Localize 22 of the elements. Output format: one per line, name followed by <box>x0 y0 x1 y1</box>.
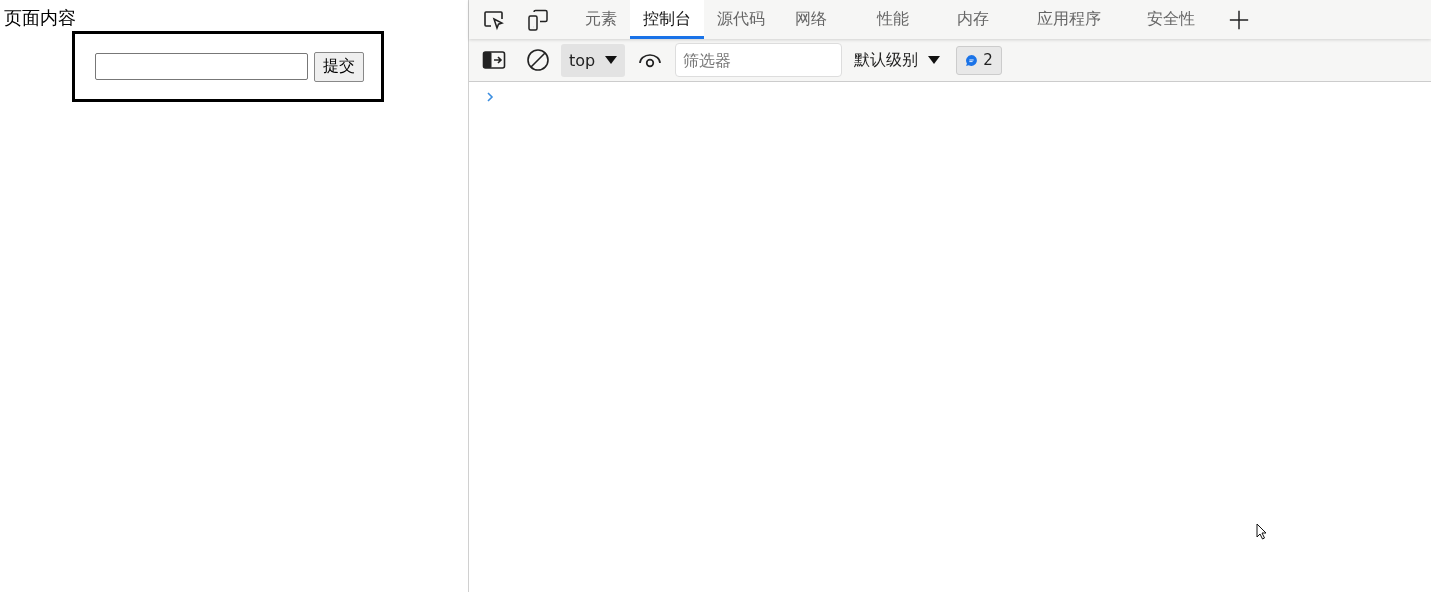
clear-icon[interactable] <box>526 48 550 72</box>
devtools-tab[interactable]: 性能 <box>864 0 922 39</box>
devtools-tab[interactable]: 源代码 <box>704 0 778 39</box>
devtools-tab[interactable]: 安全性 <box>1134 0 1208 39</box>
devtools-tab[interactable]: 网络 <box>782 0 840 39</box>
log-level-dropdown[interactable]: 默认级别 <box>848 49 947 71</box>
message-icon <box>965 53 979 67</box>
device-icon[interactable] <box>526 7 550 32</box>
text-input[interactable] <box>95 53 308 80</box>
context-dropdown[interactable]: top <box>561 43 626 77</box>
submit-button[interactable]: 提交 <box>314 51 364 82</box>
sidebar-toggle-icon[interactable] <box>482 48 506 72</box>
devtools-tab[interactable]: 应用程序 <box>1024 0 1114 39</box>
mouse-cursor-icon <box>1256 523 1268 541</box>
page-heading: 页面内容 <box>3 7 77 29</box>
plus-icon[interactable] <box>1228 8 1250 31</box>
filter-field[interactable]: 筛选器 <box>675 43 843 77</box>
message-count-button[interactable]: 2 <box>956 45 1002 75</box>
devtools-tab[interactable]: 控制台 <box>630 0 704 39</box>
devtools-tab[interactable]: 内存 <box>944 0 1002 39</box>
devtools-tab[interactable]: 元素 <box>572 0 630 39</box>
prompt-chevron-icon <box>485 91 495 103</box>
